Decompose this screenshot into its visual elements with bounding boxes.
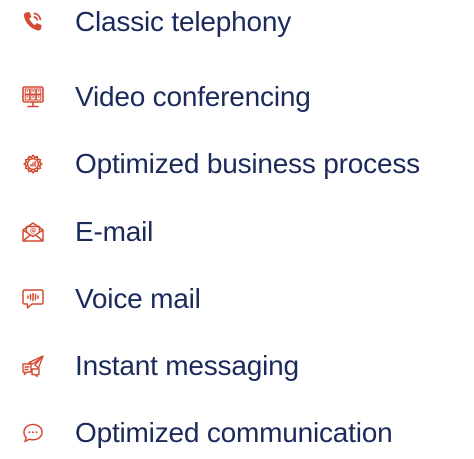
feature-item-optimized-communication: Optimized communication <box>0 413 474 453</box>
svg-text:@: @ <box>30 226 37 234</box>
feature-item-e-mail: @ E-mail <box>0 212 474 252</box>
feature-label: E-mail <box>75 216 154 247</box>
feature-label: Instant messaging <box>75 350 299 381</box>
chat-bubble-icon <box>20 420 46 446</box>
feature-label: Video conferencing <box>75 81 311 112</box>
feature-item-video-conferencing: Video conferencing <box>0 77 474 117</box>
voice-bubble-icon <box>20 286 46 312</box>
feature-list: Classic telephony Video conferencing Opt… <box>0 0 474 459</box>
feature-item-classic-telephony: Classic telephony <box>0 2 474 42</box>
feature-label: Optimized communication <box>75 417 393 448</box>
feature-item-instant-messaging: Instant messaging <box>0 346 474 386</box>
feature-label: Optimized business process <box>75 148 420 179</box>
phone-ringing-icon <box>20 9 46 35</box>
feature-label: Voice mail <box>75 283 201 314</box>
feature-item-optimized-business-process: Optimized business process <box>0 144 474 184</box>
video-conference-monitor-icon <box>20 84 46 110</box>
paper-plane-chat-icon <box>20 353 46 379</box>
gear-chart-icon <box>20 151 46 177</box>
feature-label: Classic telephony <box>75 6 292 37</box>
feature-item-voice-mail: Voice mail <box>0 279 474 319</box>
envelope-at-icon: @ <box>20 219 46 245</box>
